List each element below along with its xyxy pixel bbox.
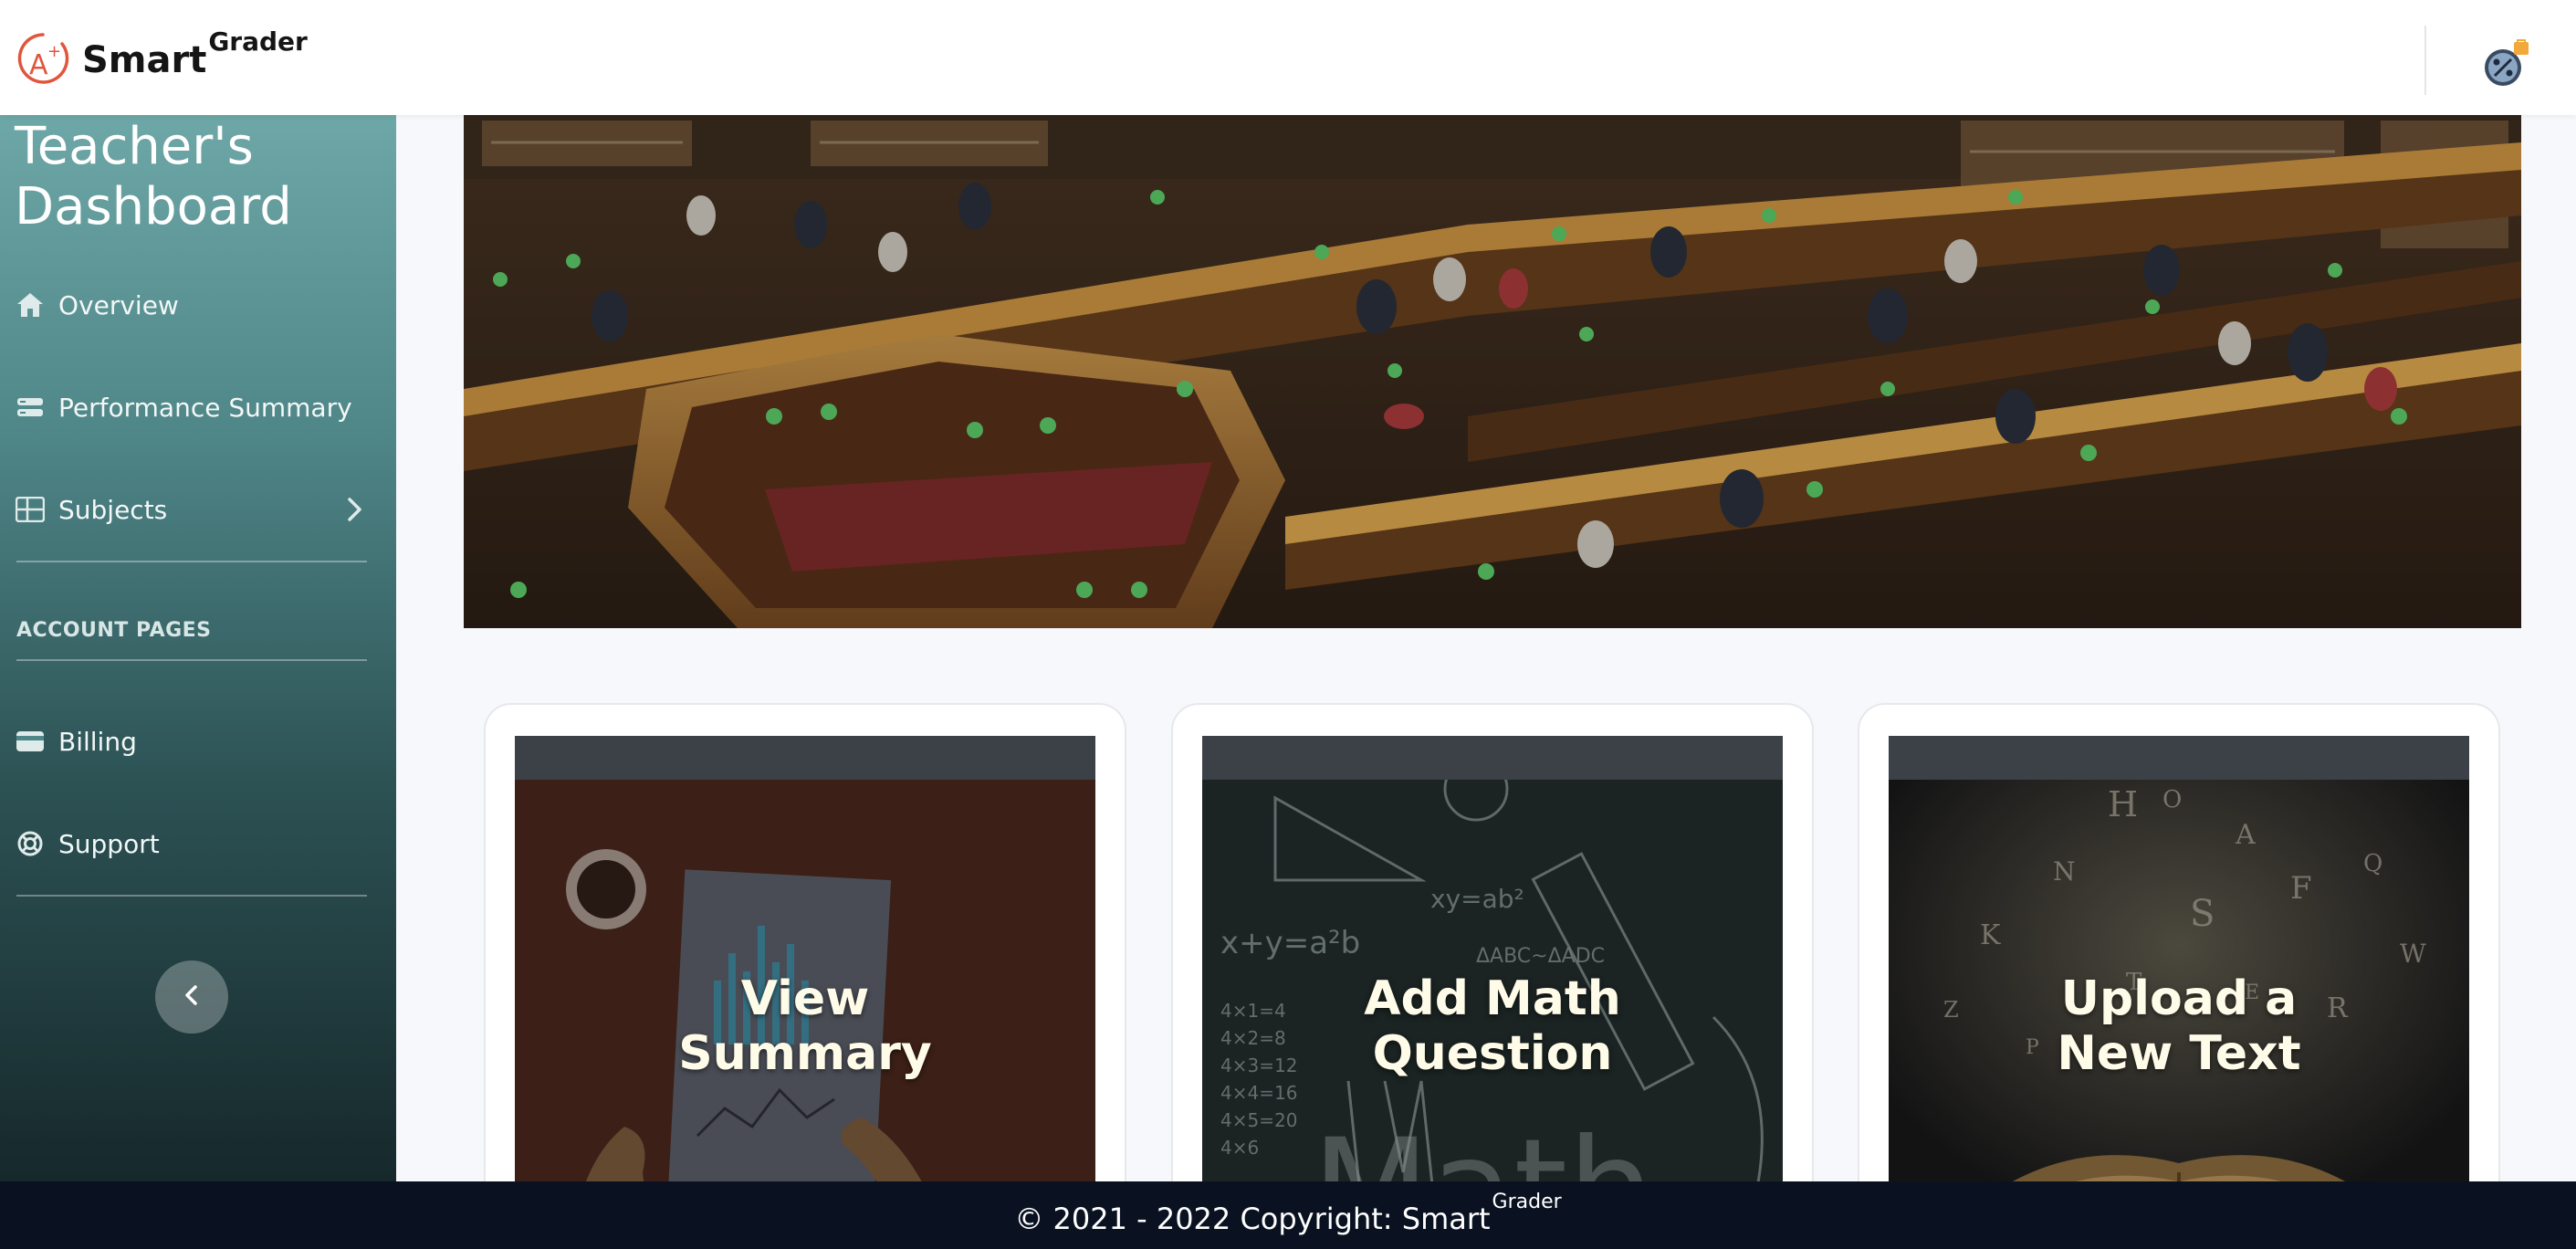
sidebar-item-label: Support [58,828,160,859]
profile-menu-button[interactable] [2481,38,2536,89]
card-image-topbar [1889,736,2469,780]
card-image: x+y=a²b xy=ab² ΔABC~ΔADC 4×1=4 4×2=8 4×3… [1202,736,1783,1212]
user-avatar-icon [2481,39,2536,93]
sidebar-item-subjects[interactable]: Subjects [15,480,371,539]
card-image-topbar [1202,736,1783,780]
card-title: Upload a New Text [2057,971,2301,1081]
sidebar-divider [16,561,367,562]
sidebar-item-label: Subjects [58,494,168,525]
add-math-question-card[interactable]: x+y=a²b xy=ab² ΔABC~ΔADC 4×1=4 4×2=8 4×3… [1171,703,1814,1214]
footer: © 2021 - 2022 Copyright: Smart Grader [0,1181,2576,1249]
library-reading-room-photo [464,115,2521,628]
list-icon [15,392,46,423]
card-image: View Summary [515,736,1095,1212]
sidebar: Teacher's Dashboard Overview Performance… [0,115,396,1181]
home-icon [15,289,46,320]
brand-name: Smart Grader [82,26,308,81]
sidebar-item-label: Billing [58,726,137,757]
sidebar-item-label: Overview [58,289,179,320]
sidebar-item-overview[interactable]: Overview [15,276,371,334]
sidebar-divider [16,659,367,661]
copyright-text: © 2021 - 2022 Copyright: Smart Grader [1014,1191,1562,1236]
chevron-left-icon [178,981,205,1013]
sidebar-item-support[interactable]: Support [15,814,371,873]
collapse-sidebar-button[interactable] [155,960,228,1034]
sidebar-item-label: Performance Summary [58,392,352,423]
grid-icon [15,494,46,525]
navbar-divider [2424,26,2426,95]
hero-banner-image [464,115,2521,628]
a-plus-grade-icon: A + [16,31,69,89]
account-pages-heading: ACCOUNT PAGES [16,619,212,642]
brand-link[interactable]: A + Smart Grader [16,27,308,93]
card-title: Add Math Question [1364,971,1621,1081]
chevron-right-icon [340,495,369,524]
lifebuoy-icon [15,828,46,859]
credit-card-icon [15,726,46,757]
card-title: View Summary [678,971,932,1081]
sidebar-item-billing[interactable]: Billing [15,712,371,771]
top-navbar: A + Smart Grader [0,0,2576,115]
upload-new-text-card[interactable]: HO AN FQ KS WZ TR EP Upload a New Text [1858,703,2500,1214]
sidebar-title: Teacher's Dashboard [15,117,292,236]
sidebar-divider [16,895,367,897]
card-image: HO AN FQ KS WZ TR EP Upload a New Text [1889,736,2469,1212]
svg-text:A: A [29,49,48,81]
card-image-topbar [515,736,1095,780]
view-summary-card[interactable]: View Summary [484,703,1126,1214]
svg-text:+: + [47,42,61,61]
sidebar-item-performance-summary[interactable]: Performance Summary [15,378,371,436]
